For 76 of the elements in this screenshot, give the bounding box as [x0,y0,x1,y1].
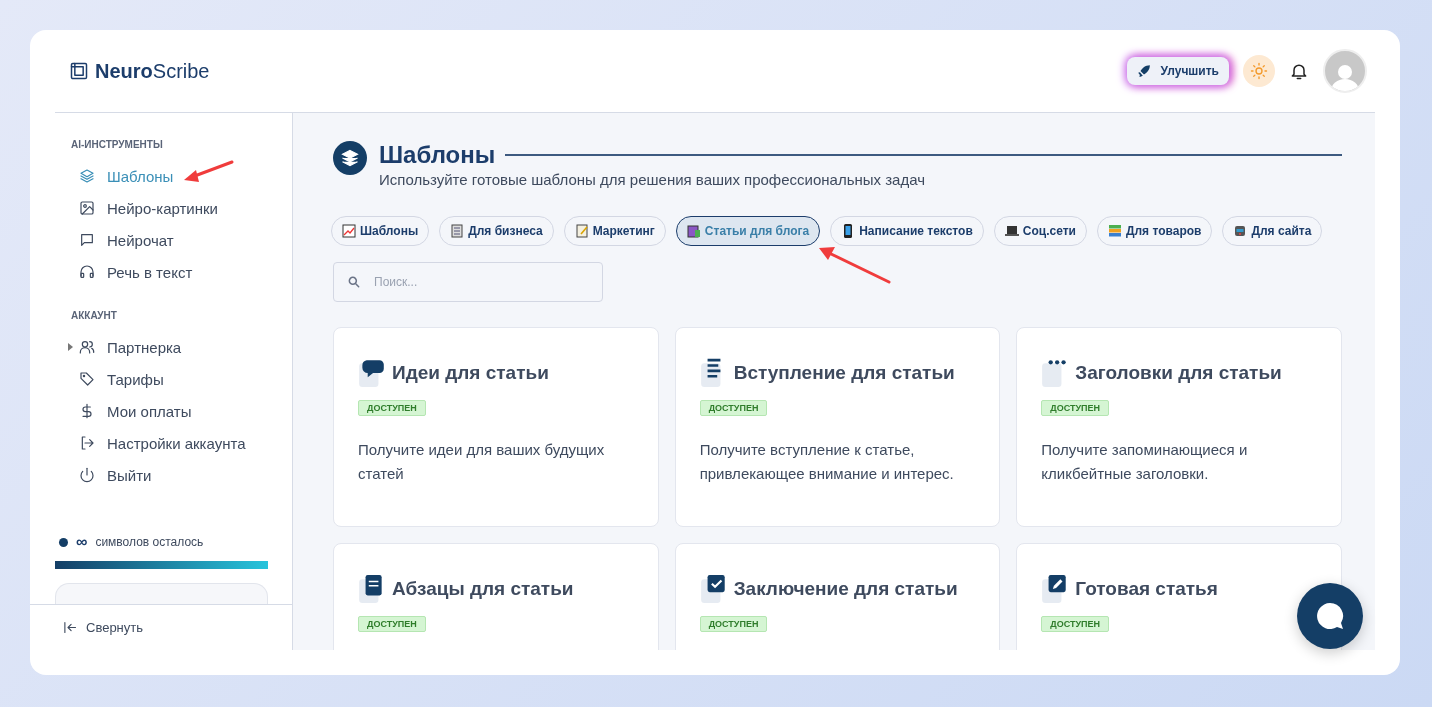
card-title: Заголовки для статьи [1075,362,1282,384]
layers-icon [333,141,367,175]
quota-value: ∞ [76,533,88,551]
caret-icon[interactable] [68,343,73,351]
newspaper-icon [450,224,465,238]
checkbox-icon [699,574,728,604]
layers-icon [79,168,95,184]
tag-icon [79,371,95,387]
sidebar-item[interactable]: Шаблоны [71,160,174,192]
status-badge: ДОСТУПЕН [1041,400,1110,416]
card-title: Готовая статья [1075,578,1218,600]
status-dot [59,537,68,547]
notepad-icon [574,224,589,238]
sidebar-item[interactable]: Нейро-картинки [71,192,218,224]
laptop-icon [1004,224,1019,238]
page-title: Шаблоны [379,141,496,169]
template-card[interactable]: Заключение для статьи ДОСТУПЕН [674,543,1001,650]
chat-icon [79,232,95,248]
clipboard-icon [686,224,701,238]
image-icon [79,200,95,216]
status-badge: ДОСТУПЕН [1041,616,1110,632]
status-badge: ДОСТУПЕН [358,400,426,416]
template-card[interactable]: Готовая статья ДОСТУПЕН [1016,543,1342,650]
sidebar-item[interactable]: Нейрочат [71,224,174,256]
category-chip[interactable]: Для товаров [1096,216,1213,246]
collapse-button[interactable]: Свернуть [63,620,143,635]
category-chip[interactable]: Для сайта [1222,216,1323,246]
section-title: АККАУНТ [71,310,118,321]
chart-icon [342,224,356,238]
status-badge: ДОСТУПЕН [699,400,768,416]
category-chip[interactable]: Соц.сети [993,216,1087,246]
books-icon [1107,224,1122,238]
quota-label: символов осталось [95,535,204,549]
sidebar-item[interactable]: Речь в текст [71,256,193,288]
category-chip[interactable]: Написание текстов [830,216,984,246]
speech-bubble-icon [358,358,386,388]
sidebar-item[interactable]: Выйти [71,459,152,491]
rocket-icon [1136,64,1151,78]
sidebar-item[interactable]: Тарифы [71,363,164,395]
chat-bubble-icon [1315,601,1345,631]
upgrade-button[interactable]: Улучшить [1126,57,1229,85]
card-description: Получите вступление к статье, привлекающее внимание и интерес. [699,440,955,484]
users-icon [79,339,95,355]
power-icon [79,467,95,483]
card-title: Заключение для статьи [733,578,958,600]
category-chip[interactable]: Шаблоны [331,216,430,246]
logo-text: NeuroScribe [95,59,210,83]
headphones-icon [79,264,95,280]
template-card[interactable]: Абзацы для статьи ДОСТУПЕН [333,543,659,650]
status-badge: ДОСТУПЕН [699,616,768,632]
card-description: Получите запоминающиеся и кликбейтные заголовки. [1041,440,1249,484]
status-badge: ДОСТУПЕН [358,616,426,632]
sidebar-item[interactable]: Мои оплаты [71,395,192,427]
dollar-icon [79,403,95,419]
annotation-arrow [182,160,234,184]
card-title: Идеи для статьи [392,362,549,384]
search-icon [347,275,361,289]
theme-toggle[interactable] [1243,55,1275,87]
robot-icon [1233,224,1248,238]
logo-icon [69,61,89,81]
template-card[interactable]: Заголовки для статьи ДОСТУПЕН Получите запоминающиеся и кликбейтные заголовки. [1016,327,1342,527]
search-field[interactable]: Поиск... [333,262,603,302]
card-description: Получите идеи для ваших будущих статей [358,440,606,484]
collapse-icon [63,620,78,635]
category-chip[interactable]: Для бизнеса [439,216,554,246]
sun-icon [1250,62,1268,80]
template-card[interactable]: Вступление для статьи ДОСТУПЕН Получите вступление к статье, привлекающее внимание и интерес. [674,327,1001,527]
card-title: Абзацы для статьи [392,578,574,600]
template-card[interactable]: Идеи для статьи ДОСТУПЕН Получите идеи для ваших будущих статей [333,327,659,527]
sidebar-item[interactable]: Настройки аккаунта [71,427,246,459]
section-title: AI-ИНСТРУМЕНТЫ [71,139,164,150]
page-subtitle: Используйте готовые шаблоны для решения ваших профессиональных задач [379,171,926,188]
category-chip[interactable]: Маркетинг [563,216,666,246]
card-title: Вступление для статьи [733,362,955,384]
sign-out-icon [79,435,95,451]
sidebar-item[interactable]: Партнерка [71,331,182,363]
